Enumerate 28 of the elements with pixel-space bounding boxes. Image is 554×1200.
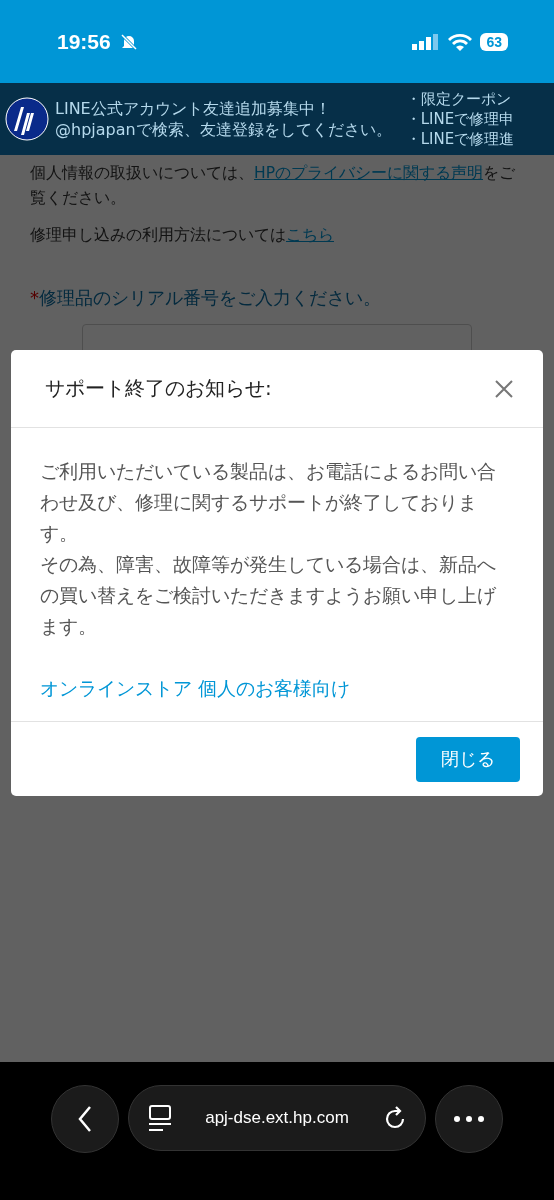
clock-time: 19:56: [57, 29, 111, 54]
battery-level: 63: [480, 32, 508, 51]
dialog-message: その為、障害、故障等が発生している場合は、新品への買い替えをご検討いただきますようお願い申し上げます。: [40, 552, 497, 639]
close-button[interactable]: 閉じる: [416, 736, 520, 782]
wifi-icon: [448, 32, 473, 51]
serial-label: *修理品のシリアル番号をご入力ください。: [30, 286, 382, 310]
reader-icon[interactable]: [149, 1105, 171, 1131]
signal-icon: [412, 33, 441, 50]
store-link[interactable]: オンラインストア 個人のお客様向け: [40, 676, 507, 701]
dialog-title: サポート終了のお知らせ:: [45, 375, 272, 402]
ellipsis-icon: [454, 1116, 484, 1122]
dialog-message: ご利用いただいている製品は、お電話によるお問い合わせ及び、修理に関するサポートが終了しております。: [40, 459, 497, 546]
banner-text: @hpjapanで検索、友達登録をしてください。: [55, 120, 392, 140]
reload-icon[interactable]: [383, 1105, 407, 1131]
logo-icon: [5, 97, 49, 141]
chevron-left-icon: [77, 1105, 93, 1133]
bell-muted-icon: [118, 31, 139, 52]
usage-link[interactable]: こちら: [286, 226, 334, 244]
close-icon[interactable]: [495, 379, 513, 398]
banner-text: LINE公式アカウント友達追加募集中！: [55, 98, 332, 118]
address-bar[interactable]: apj-dse.ext.hp.com: [128, 1085, 426, 1151]
banner-bullet: ・LINEで修理進: [405, 130, 515, 148]
privacy-link[interactable]: HPのプライバシーに関する声明: [254, 164, 483, 182]
privacy-note: 個人情報の取扱いについては、HPのプライバシーに関する声明をご覧ください。: [30, 163, 516, 209]
banner-bullet: ・限定クーポン: [405, 90, 512, 108]
banner-bullet: ・LINEで修理申: [405, 110, 515, 128]
url-text: apj-dse.ext.hp.com: [205, 1108, 349, 1128]
usage-note: 修理申し込みの利用方法についてはこちら: [30, 225, 335, 246]
